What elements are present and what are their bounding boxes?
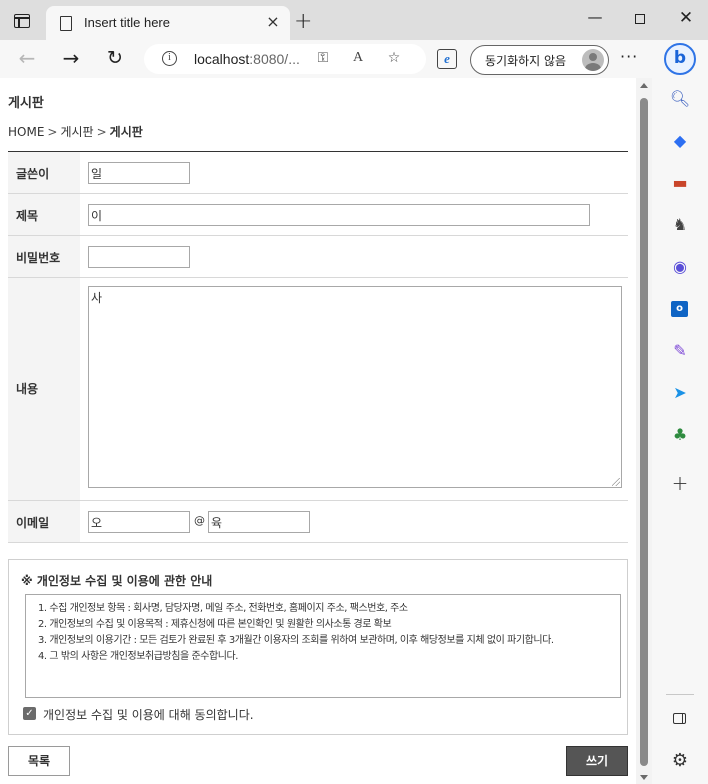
breadcrumb-separator: > xyxy=(47,125,58,139)
privacy-line: 3. 개인정보의 이용기간 : 모든 검토가 완료된 후 3개월간 이용자의 조… xyxy=(38,635,554,646)
toolbox-icon[interactable]: ▬ xyxy=(669,172,691,194)
scroll-down-arrow-icon[interactable] xyxy=(640,775,648,780)
form-row-password: 비밀번호 xyxy=(8,236,628,278)
address-bar[interactable]: i localhost:8080/... ⚿ A ☆ xyxy=(144,44,426,74)
minimize-button[interactable]: — xyxy=(580,8,610,32)
form-row-content: 내용 사 xyxy=(8,278,628,501)
row-label-cell: 내용 xyxy=(8,278,80,500)
designer-icon[interactable]: ✎ xyxy=(669,340,691,362)
tab-close-icon[interactable]: × xyxy=(264,12,282,31)
forward-arrow-icon[interactable]: → xyxy=(57,46,85,72)
writer-label: 글쓴이 xyxy=(16,167,50,181)
key-icon[interactable]: ⚿ xyxy=(314,50,332,66)
password-input[interactable] xyxy=(88,246,190,268)
browser-tab[interactable]: Insert title here × xyxy=(46,6,290,40)
content-text: 사 xyxy=(91,291,103,305)
writer-input[interactable] xyxy=(88,162,190,184)
form-row-subject: 제목 xyxy=(8,194,628,236)
subject-input[interactable] xyxy=(88,204,590,226)
maximize-button[interactable] xyxy=(625,8,655,32)
row-label-cell: 제목 xyxy=(8,194,80,235)
url-text[interactable]: localhost:8080/... xyxy=(194,51,300,67)
email-label: 이메일 xyxy=(16,516,50,530)
scroll-up-arrow-icon[interactable] xyxy=(640,83,648,88)
panel-icon[interactable] xyxy=(669,708,691,730)
privacy-notice: ※ 개인정보 수집 및 이용에 관한 안내 1. 수집 개인정보 항목 : 회사… xyxy=(8,559,628,735)
back-arrow-icon[interactable]: ← xyxy=(13,46,41,72)
new-tab-button[interactable]: + xyxy=(294,9,312,34)
profile-sync-button[interactable]: 동기화하지 않음 xyxy=(470,45,609,75)
outlook-icon[interactable]: o xyxy=(669,298,691,320)
agree-checkbox[interactable]: ✓ xyxy=(23,707,36,720)
email-at-sign: @ xyxy=(194,514,205,527)
sidebar-divider xyxy=(666,694,694,695)
avatar xyxy=(582,49,604,71)
url-path: :8080/... xyxy=(249,51,300,67)
add-favorite-icon[interactable]: ☆ xyxy=(385,50,403,66)
more-options-icon[interactable]: ··· xyxy=(620,47,638,66)
privacy-line: 1. 수집 개인정보 항목 : 회사명, 담당자명, 메일 주소, 전화번호, … xyxy=(38,603,408,614)
breadcrumb-separator: > xyxy=(96,125,107,139)
email-domain-input[interactable] xyxy=(208,511,310,533)
row-label-cell: 비밀번호 xyxy=(8,236,80,277)
form-row-email: 이메일 @ xyxy=(8,501,628,543)
tree-icon[interactable]: ♣ xyxy=(669,424,691,446)
sync-label: 동기화하지 않음 xyxy=(485,54,567,68)
content-label: 내용 xyxy=(16,382,39,396)
refresh-icon[interactable]: ↻ xyxy=(101,46,129,72)
office-icon[interactable]: ◉ xyxy=(669,256,691,278)
breadcrumb-home[interactable]: HOME xyxy=(8,125,44,139)
row-label-cell: 이메일 xyxy=(8,501,80,542)
privacy-title: ※ 개인정보 수집 및 이용에 관한 안내 xyxy=(21,574,213,588)
breadcrumb-board[interactable]: 게시판 xyxy=(60,125,93,139)
privacy-line: 4. 그 밖의 사항은 개인정보취급방침을 준수합니다. xyxy=(38,651,239,662)
resize-grip-icon[interactable] xyxy=(612,478,620,486)
form-row-writer: 글쓴이 xyxy=(8,152,628,194)
content-textarea[interactable]: 사 xyxy=(88,286,622,488)
close-window-button[interactable]: ✕ xyxy=(671,8,701,32)
agree-label[interactable]: 개인정보 수집 및 이용에 대해 동의합니다. xyxy=(43,706,254,723)
page-content: 게시판 HOME>게시판>게시판 글쓴이 제목 비밀번호 내용 사 이메일 @ … xyxy=(0,78,636,784)
url-host: localhost xyxy=(194,51,250,67)
tab-actions-icon[interactable] xyxy=(14,14,30,28)
bing-copilot-icon[interactable]: b xyxy=(664,43,696,75)
browser-titlebar: Insert title here × + — ✕ xyxy=(0,0,708,40)
maximize-icon xyxy=(635,14,645,24)
chess-icon[interactable]: ♞ xyxy=(669,214,691,236)
page-icon xyxy=(60,16,72,31)
subject-label: 제목 xyxy=(16,209,39,223)
write-button[interactable]: 쓰기 xyxy=(566,746,628,776)
breadcrumb: HOME > 게시판 > 게시판 xyxy=(8,123,143,140)
ie-mode-icon[interactable]: e xyxy=(437,49,457,69)
browser-toolbar: ← → ↻ i localhost:8080/... ⚿ A ☆ e 동기화하지… xyxy=(0,40,708,78)
read-aloud-icon[interactable]: A xyxy=(349,50,367,66)
email-local-input[interactable] xyxy=(88,511,190,533)
panel-glyph xyxy=(673,713,686,724)
search-icon[interactable]: 🔍︎ xyxy=(669,88,691,110)
scrollbar-thumb[interactable] xyxy=(640,98,648,766)
edge-sidebar: 🔍︎ ◆ ▬ ♞ ◉ o ✎ ➤ ♣ + ⚙ xyxy=(652,78,708,784)
outlook-glyph: o xyxy=(671,301,688,317)
tab-title: Insert title here xyxy=(84,15,170,30)
row-label-cell: 글쓴이 xyxy=(8,152,80,193)
send-icon[interactable]: ➤ xyxy=(669,382,691,404)
password-label: 비밀번호 xyxy=(16,251,61,265)
breadcrumb-current: 게시판 xyxy=(109,125,143,139)
page-title: 게시판 xyxy=(8,96,44,111)
list-button[interactable]: 목록 xyxy=(8,746,70,776)
add-icon[interactable]: + xyxy=(669,472,691,494)
info-icon[interactable]: i xyxy=(162,51,177,66)
gear-icon[interactable]: ⚙ xyxy=(669,750,691,772)
privacy-content-box[interactable]: 1. 수집 개인정보 항목 : 회사명, 담당자명, 메일 주소, 전화번호, … xyxy=(25,594,621,698)
tag-icon[interactable]: ◆ xyxy=(669,130,691,152)
page-scrollbar[interactable] xyxy=(636,78,652,784)
privacy-line: 2. 개인정보의 수집 및 이용목적 : 제휴신청에 따른 본인확인 및 원활한… xyxy=(38,619,392,630)
